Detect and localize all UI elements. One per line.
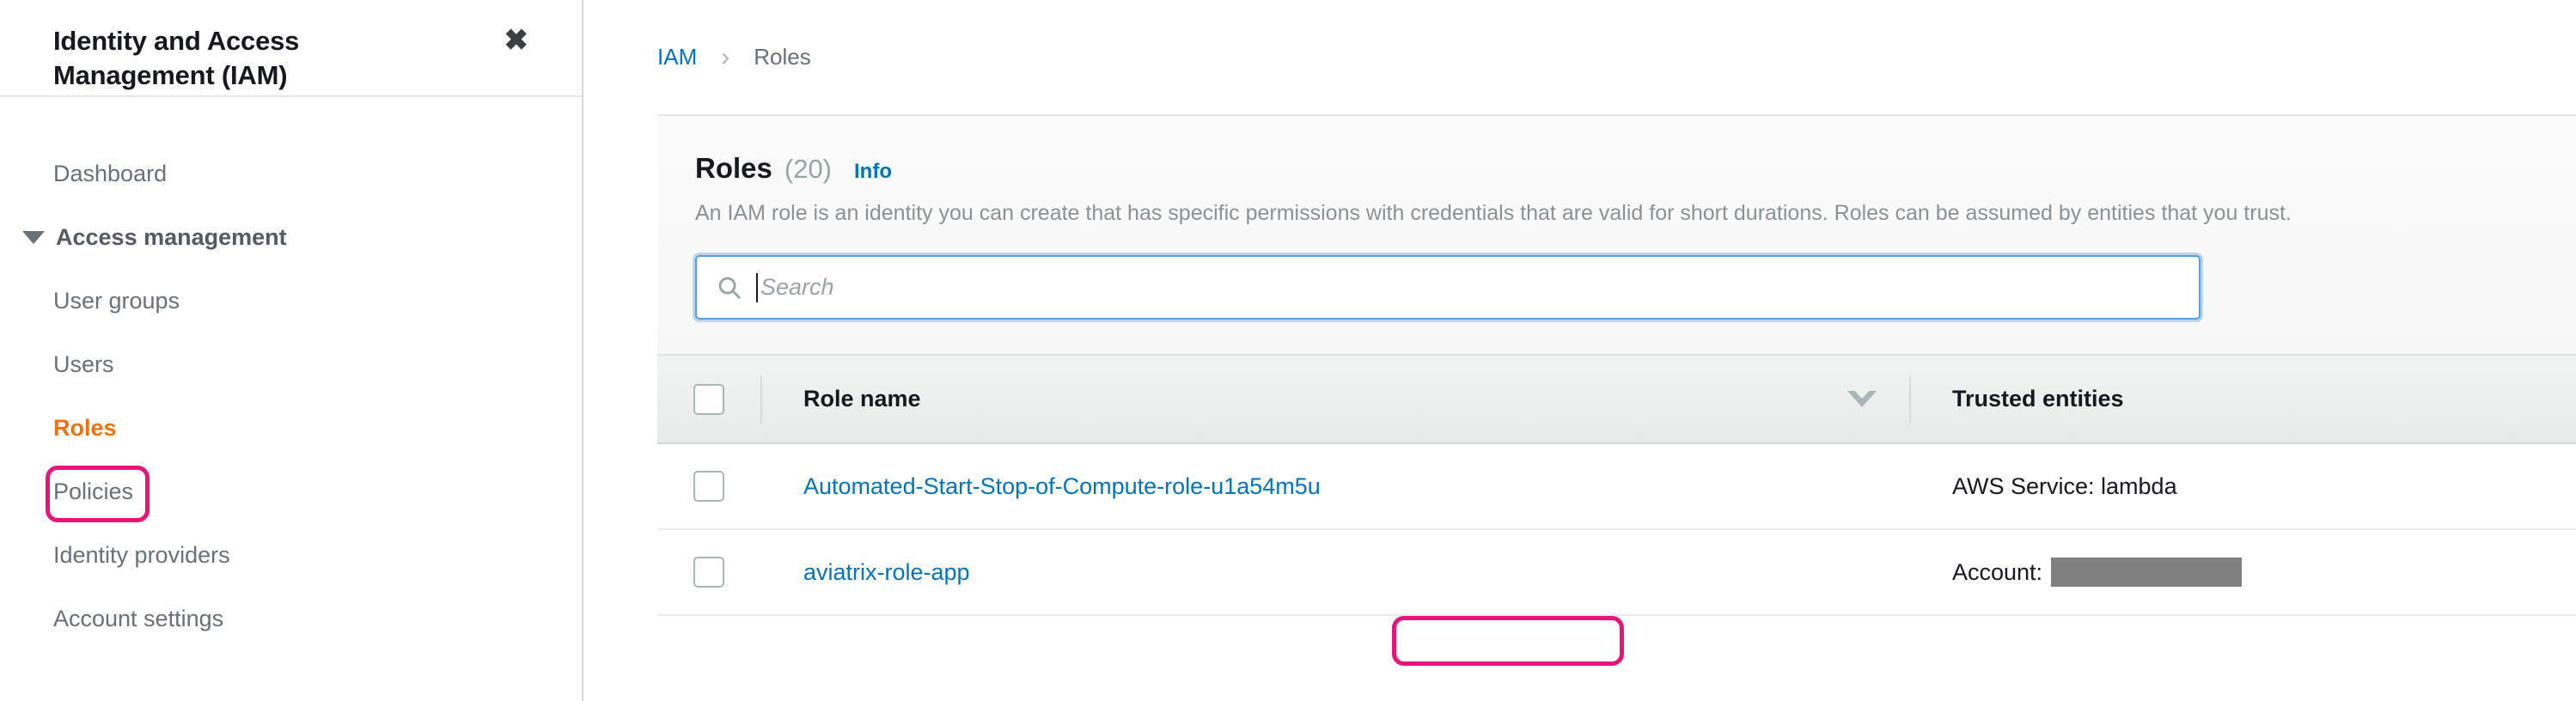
column-header-trusted-entities[interactable]: Trusted entities [1911,386,2576,412]
text-cursor [756,273,758,302]
cell-trusted-entities: Account: [1911,558,2576,587]
sidebar-service-title: Identity and Access Management (IAM) [53,24,423,94]
trusted-entities-value: AWS Service: lambda [1952,473,2177,500]
search-input[interactable]: Search [695,255,2201,320]
sidebar-nav: Dashboard Access management User groups … [0,97,582,650]
row-select-cell [657,557,760,588]
column-header-trusted-entities-label: Trusted entities [1952,386,2124,412]
search-icon [716,274,742,301]
sidebar-item-account-settings[interactable]: Account settings [0,587,582,650]
role-name-link[interactable]: aviatrix-role-app [803,559,970,586]
column-header-role-name-label: Role name [803,386,921,412]
sort-cell [1815,391,1909,407]
roles-card: Roles (20) Info An IAM role is an identi… [657,114,2576,616]
trusted-entities-value: Account: [1952,559,2042,586]
row-checkbox[interactable] [693,471,724,502]
chevron-right-icon: › [721,45,729,70]
annotation-box-role-link [1392,616,1624,666]
cell-role-name: aviatrix-role-app [762,559,1815,586]
cell-role-name: Automated-Start-Stop-of-Compute-role-u1a… [762,473,1815,500]
card-header: Roles (20) Info An IAM role is an identi… [657,116,2576,229]
iam-console-window: Identity and Access Management (IAM) ✖ D… [0,0,2576,701]
roles-table: Role name Trusted entities [657,354,2576,616]
sidebar-header: Identity and Access Management (IAM) ✖ [0,0,582,97]
row-checkbox[interactable] [693,557,724,588]
sidebar-item-dashboard[interactable]: Dashboard [0,142,582,205]
info-link[interactable]: Info [854,160,892,184]
role-name-link[interactable]: Automated-Start-Stop-of-Compute-role-u1a… [803,473,1321,500]
sidebar-section-access-management[interactable]: Access management [0,205,582,269]
search-placeholder: Search [760,274,834,301]
breadcrumb-item-roles: Roles [754,44,810,70]
sidebar-item-user-groups[interactable]: User groups [0,269,582,332]
sidebar-item-identity-providers[interactable]: Identity providers [0,523,582,587]
table-row: Automated-Start-Stop-of-Compute-role-u1a… [657,444,2576,530]
select-all-checkbox[interactable] [693,384,724,415]
roles-count: (20) [784,154,832,185]
sidebar-section-label: Access management [56,205,287,269]
sidebar-item-roles[interactable]: Roles [0,396,582,460]
column-header-role-name[interactable]: Role name [762,386,1815,412]
sidebar-item-policies[interactable]: Policies [0,460,582,523]
breadcrumb-item-iam[interactable]: IAM [657,44,697,70]
sort-descending-icon[interactable] [1847,391,1877,407]
table-header-row: Role name Trusted entities [657,354,2576,444]
table-row: aviatrix-role-app Account: [657,530,2576,616]
card-title-row: Roles (20) Info [695,152,2576,185]
close-icon[interactable]: ✖ [504,26,529,55]
iam-sidebar: Identity and Access Management (IAM) ✖ D… [0,0,583,701]
select-all-cell [657,384,760,415]
page-description: An IAM role is an identity you can creat… [695,197,2576,229]
main-content: IAM › Roles Roles (20) Info An IAM role … [583,0,2576,701]
chevron-down-icon [22,231,45,244]
cell-trusted-entities: AWS Service: lambda [1911,473,2576,500]
sidebar-item-users[interactable]: Users [0,332,582,396]
page-title: Roles [695,152,772,185]
breadcrumb: IAM › Roles [657,0,2576,114]
search-section: Search [657,229,2576,354]
redacted-account-id [2051,558,2242,587]
row-select-cell [657,471,760,502]
